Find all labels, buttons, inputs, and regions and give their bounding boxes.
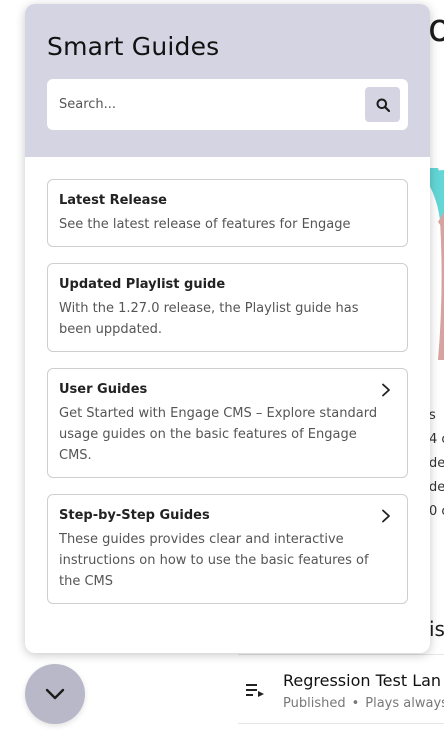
guide-card-list: Latest Release See the latest release of… — [25, 157, 430, 604]
legend-fragment: 4 c — [429, 432, 444, 447]
legend-fragment: de — [429, 456, 444, 471]
card-description: See the latest release of features for E… — [59, 217, 351, 232]
playlist-schedule: Plays always — [365, 696, 444, 711]
background-page-heading: o — [428, 6, 444, 50]
card-title: User Guides — [59, 382, 148, 397]
chevron-down-icon — [45, 688, 65, 700]
playlist-icon — [246, 684, 264, 697]
background-section-heading: ist — [429, 617, 444, 641]
card-description: Get Started with Engage CMS – Explore st… — [59, 406, 378, 463]
playlist-title: Regression Test Lan — [283, 671, 442, 690]
chart-segment-rose — [438, 218, 444, 360]
legend-fragment: de — [429, 480, 444, 495]
panel-title: Smart Guides — [47, 32, 220, 61]
guide-card-user-guides[interactable]: User Guides Get Started with Engage CMS … — [47, 368, 408, 478]
card-description: These guides provides clear and interact… — [59, 532, 369, 589]
search-input[interactable] — [47, 79, 347, 130]
meta-separator: • — [351, 696, 360, 711]
chevron-right-icon — [382, 383, 390, 397]
playlist-list-item[interactable]: Regression Test Lan Published • Plays alwa… — [238, 654, 444, 724]
card-description: With the 1.27.0 release, the Playlist gu… — [59, 301, 359, 337]
guide-card-latest-release[interactable]: Latest Release See the latest release of… — [47, 179, 408, 247]
playlist-meta: Published • Plays always — [283, 696, 444, 711]
search-box — [47, 79, 408, 130]
legend-fragment: s — [429, 408, 436, 423]
background-chart-legend: s 4 c de de 0 c — [429, 404, 444, 524]
search-icon — [376, 98, 390, 112]
playlist-status: Published — [283, 696, 346, 711]
smart-guides-panel: Smart Guides Latest Release See the late… — [25, 4, 430, 653]
legend-fragment: 0 c — [429, 504, 444, 519]
guide-card-step-by-step[interactable]: Step-by-Step Guides These guides provide… — [47, 494, 408, 604]
card-title: Updated Playlist guide — [59, 277, 226, 292]
guide-card-updated-playlist[interactable]: Updated Playlist guide With the 1.27.0 r… — [47, 263, 408, 352]
card-title: Step-by-Step Guides — [59, 508, 210, 523]
panel-header: Smart Guides — [25, 4, 430, 157]
smart-guides-toggle-button[interactable] — [25, 664, 85, 724]
card-title: Latest Release — [59, 193, 167, 208]
chevron-right-icon — [382, 509, 390, 523]
search-button[interactable] — [365, 87, 400, 122]
